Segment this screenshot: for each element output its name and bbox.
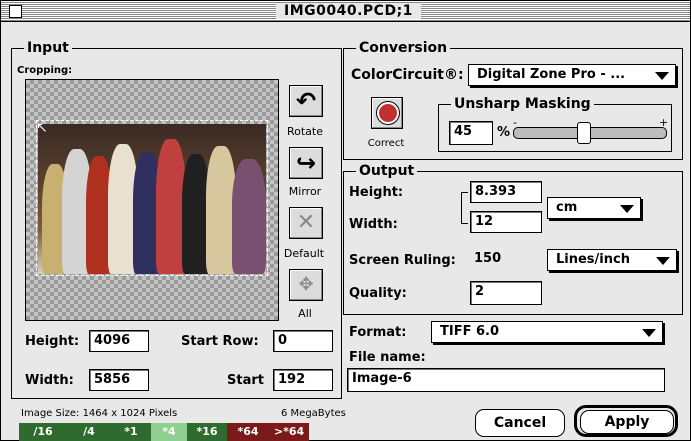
memory-bar-segment: /4 bbox=[67, 423, 111, 441]
format-value: TIFF 6.0 bbox=[440, 324, 500, 339]
conversion-group-label: Conversion bbox=[356, 39, 451, 57]
crop-rectangle[interactable] bbox=[36, 120, 268, 276]
memory-bar-segment: *1 bbox=[111, 423, 151, 441]
filename-label: File name: bbox=[349, 350, 426, 365]
size-unit-popup[interactable]: cm bbox=[547, 197, 641, 219]
default-label: Default bbox=[283, 247, 325, 260]
format-label: Format: bbox=[349, 325, 407, 340]
dialog-window: IMG0040.PCD;1 Input Cropping: ↖ ↶ Rotate… bbox=[0, 0, 691, 441]
close-box[interactable] bbox=[9, 5, 22, 18]
unsharp-masking-label: Unsharp Masking bbox=[451, 95, 594, 113]
format-popup[interactable]: TIFF 6.0 bbox=[431, 321, 663, 343]
colorcircuit-value: Digital Zone Pro - ... bbox=[477, 67, 626, 82]
output-height-field[interactable]: 8.393 bbox=[470, 181, 542, 203]
start-col-label: Start bbox=[227, 373, 264, 388]
chevron-down-icon bbox=[620, 205, 634, 213]
unsharp-value-field[interactable]: 45 bbox=[449, 121, 493, 145]
correct-icon bbox=[377, 102, 399, 124]
megabytes-text: 6 MegaBytes bbox=[281, 408, 346, 419]
memory-bar-segment: *4 bbox=[151, 423, 187, 441]
quality-field[interactable]: 2 bbox=[470, 281, 542, 305]
ruling-unit-popup[interactable]: Lines/inch bbox=[547, 249, 677, 271]
mirror-button[interactable]: ↪ bbox=[289, 147, 323, 179]
ruling-unit-value: Lines/inch bbox=[556, 252, 630, 267]
rotate-button[interactable]: ↶ bbox=[289, 85, 323, 117]
default-icon: ✕ bbox=[296, 210, 316, 235]
window-title: IMG0040.PCD;1 bbox=[276, 3, 421, 19]
input-height-field[interactable]: 4096 bbox=[89, 330, 149, 352]
cancel-button[interactable]: Cancel bbox=[475, 409, 565, 437]
start-col-field[interactable]: 192 bbox=[273, 369, 333, 391]
screen-ruling-label: Screen Ruling: bbox=[349, 253, 456, 268]
all-button[interactable]: ✥ bbox=[289, 269, 323, 301]
output-width-label: Width: bbox=[349, 217, 398, 232]
input-height-label: Height: bbox=[25, 334, 80, 349]
unsharp-slider-track[interactable] bbox=[513, 122, 667, 144]
quality-label: Quality: bbox=[349, 286, 407, 301]
chevron-down-icon bbox=[656, 257, 670, 265]
input-width-field[interactable]: 5856 bbox=[89, 369, 149, 391]
output-width-field[interactable]: 12 bbox=[470, 211, 542, 233]
title-bar[interactable]: IMG0040.PCD;1 bbox=[1, 1, 690, 22]
mirror-label: Mirror bbox=[288, 185, 322, 198]
aspect-link-bracket[interactable] bbox=[461, 192, 468, 224]
correct-label: Correct bbox=[367, 138, 405, 149]
cropping-label: Cropping: bbox=[17, 65, 73, 76]
chevron-down-icon bbox=[642, 329, 656, 337]
colorcircuit-popup[interactable]: Digital Zone Pro - ... bbox=[468, 64, 676, 86]
filename-field[interactable]: Image-6 bbox=[347, 368, 665, 392]
size-unit-value: cm bbox=[556, 200, 578, 215]
correct-button[interactable] bbox=[371, 97, 403, 129]
output-height-label: Height: bbox=[349, 185, 404, 200]
all-icon: ✥ bbox=[298, 274, 314, 295]
unsharp-percent-label: % bbox=[497, 125, 511, 140]
all-label: All bbox=[298, 307, 312, 320]
cropping-preview[interactable]: ↖ bbox=[25, 79, 279, 321]
output-group-label: Output bbox=[356, 162, 418, 180]
apply-button[interactable]: Apply bbox=[580, 410, 674, 434]
input-group-label: Input bbox=[24, 39, 72, 57]
chevron-down-icon bbox=[655, 72, 669, 80]
rotate-icon: ↶ bbox=[295, 87, 317, 115]
unsharp-slider-thumb[interactable] bbox=[577, 122, 591, 144]
memory-bar-segment: >*64 bbox=[269, 423, 309, 441]
start-row-field[interactable]: 0 bbox=[273, 330, 333, 352]
colorcircuit-label: ColorCircuit®: bbox=[351, 67, 464, 83]
memory-bar-segment: /16 bbox=[19, 423, 67, 441]
mirror-icon: ↪ bbox=[295, 149, 317, 177]
memory-bar-segment: *16 bbox=[187, 423, 227, 441]
default-button[interactable]: ✕ bbox=[289, 207, 323, 239]
input-width-label: Width: bbox=[25, 373, 74, 388]
cursor-arrow-icon: ↖ bbox=[36, 120, 48, 136]
start-row-label: Start Row: bbox=[181, 334, 259, 349]
image-size-text: Image Size: 1464 x 1024 Pixels bbox=[21, 408, 178, 419]
screen-ruling-field[interactable]: 150 bbox=[470, 249, 542, 271]
memory-bar-segment: *64 bbox=[227, 423, 269, 441]
rotate-label: Rotate bbox=[286, 125, 323, 138]
